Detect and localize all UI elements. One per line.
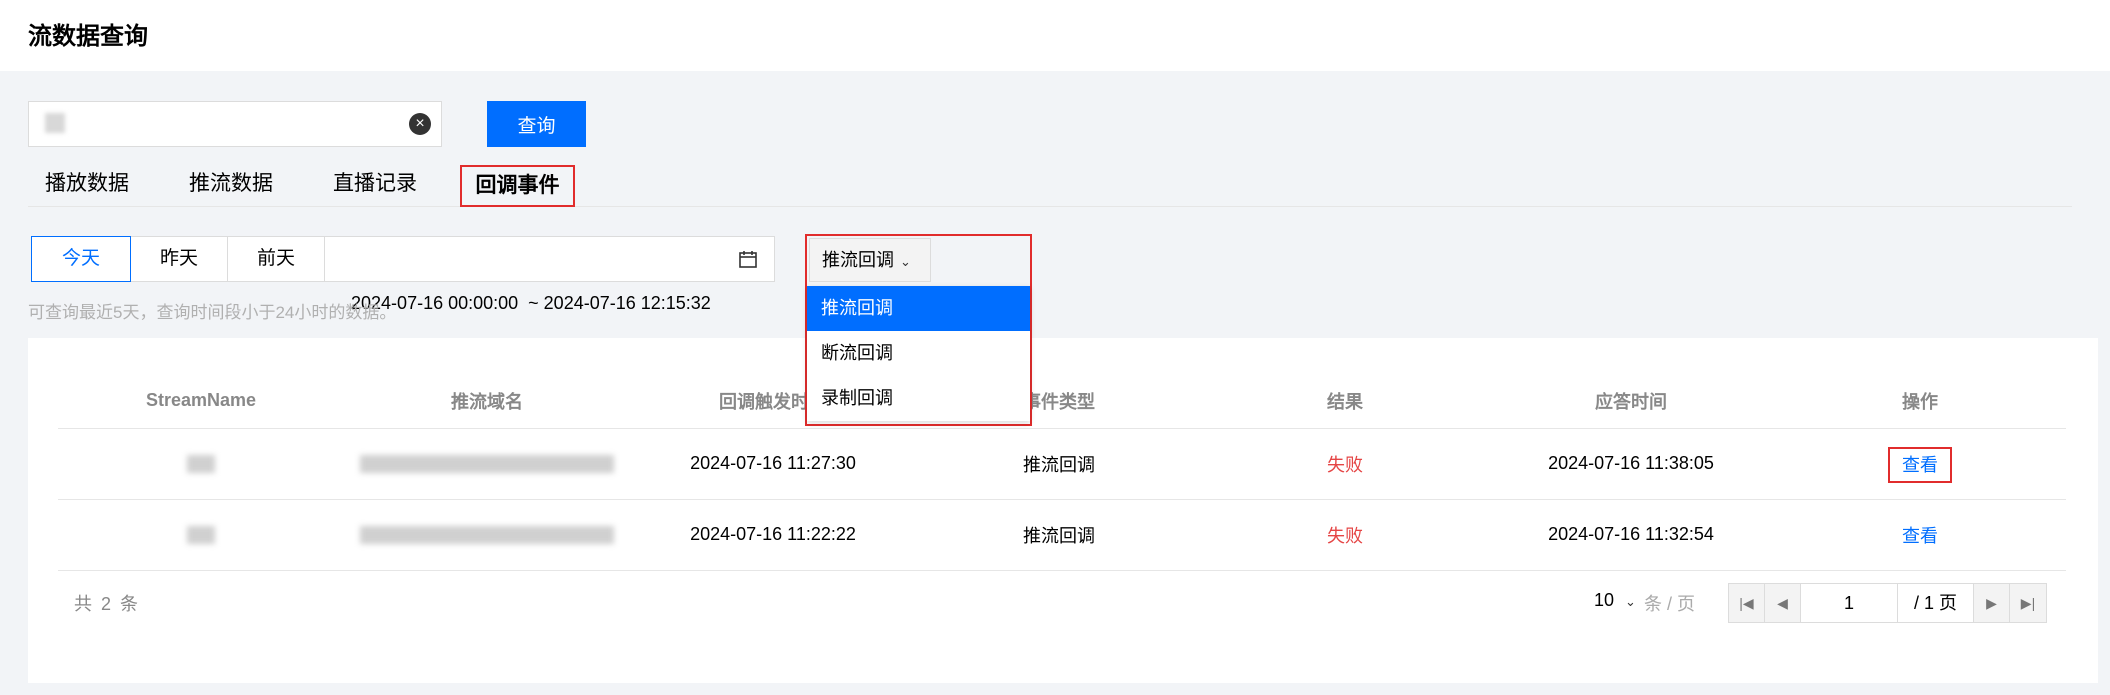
table-row: xx xxxxxxxxxxxxxxxxxxxxxxxxxxxx 2024-07-… [58,499,2066,571]
column-header-response-time: 应答时间 [1488,374,1774,429]
tab-callback-events[interactable]: 回调事件 [460,165,575,207]
event-type-selected: 推流回调 [822,250,894,270]
first-page-icon[interactable]: |◀ [1729,584,1765,622]
tab-live-records[interactable]: 直播记录 [332,165,418,207]
stream-name-cell: xx [58,499,344,571]
date-range-value: 2024-07-16 00:00:00 ~ 2024-07-16 12:15:3… [351,293,711,313]
tab-push-data[interactable]: 推流数据 [188,165,274,207]
event-type-cell: 推流回调 [916,499,1202,571]
option-record-callback[interactable]: 录制回调 [807,376,1030,421]
trigger-time-cell: 2024-07-16 11:27:30 [630,428,916,500]
total-count: 共 2 条 [74,594,139,614]
date-today-button[interactable]: 今天 [31,236,131,282]
table-row: xx xxxxxxxxxxxxxxxxxxxxxxxxxxxx 2024-07-… [58,428,2066,500]
action-cell: 查看 [1774,428,2066,500]
column-header-result: 结果 [1202,374,1488,429]
trigger-time-cell: 2024-07-16 11:22:22 [630,499,916,571]
header: 流数据查询 [0,0,2110,71]
push-domain-cell: xxxxxxxxxxxxxxxxxxxxxxxxxxxx [344,428,630,500]
search-value: i [45,113,65,133]
page-size-value: 10 [1594,590,1615,610]
response-time-cell: 2024-07-16 11:38:05 [1488,428,1774,500]
pagination-controls: |◀ ◀ / 1 页 ▶ ▶| [1728,583,2047,623]
total-pages: / 1 页 [1898,584,1974,622]
option-stop-push-callback[interactable]: 断流回调 [807,331,1030,376]
column-header-push-domain: 推流域名 [344,374,630,429]
view-link[interactable]: 查看 [1888,446,1952,483]
event-type-cell: 推流回调 [916,428,1202,500]
prev-page-icon[interactable]: ◀ [1765,584,1801,622]
chevron-down-icon: ⌄ [1625,594,1636,609]
date-day-before-button[interactable]: 前天 [227,236,325,282]
option-push-callback[interactable]: 推流回调 [807,286,1030,331]
date-hint: 可查询最近5天，查询时间段小于24小时的数据。 [28,303,397,322]
result-cell: 失败 [1202,499,1488,571]
column-header-stream-name: StreamName [58,374,344,429]
response-time-cell: 2024-07-16 11:32:54 [1488,499,1774,571]
column-header-action: 操作 [1774,374,2066,429]
view-link[interactable]: 查看 [1890,520,1950,552]
calendar-icon [739,251,757,268]
push-domain-cell: xxxxxxxxxxxxxxxxxxxxxxxxxxxx [344,499,630,571]
query-button[interactable]: 查询 [487,101,586,147]
events-table: StreamName 推流域名 回调触发时间 事件类型 结果 应答时间 操作 x… [58,374,2066,571]
event-type-dropdown: 推流回调 ⌄ 推流回调 断流回调 录制回调 [805,234,1032,426]
event-type-menu: 推流回调 断流回调 录制回调 [807,286,1030,421]
close-circle-icon[interactable]: × [409,113,431,135]
results-card: StreamName 推流域名 回调触发时间 事件类型 结果 应答时间 操作 x… [28,338,2098,683]
page-number-input[interactable] [1801,584,1898,622]
date-yesterday-button[interactable]: 昨天 [130,236,228,282]
action-cell: 查看 [1774,499,2066,571]
next-page-icon[interactable]: ▶ [1974,584,2010,622]
stream-name-cell: xx [58,428,344,500]
chevron-down-icon: ⌄ [900,254,911,269]
last-page-icon[interactable]: ▶| [2010,584,2046,622]
page-size-select[interactable]: 10 ⌄ [1594,590,1636,611]
tab-play-data[interactable]: 播放数据 [44,165,130,207]
table-header-row: StreamName 推流域名 回调触发时间 事件类型 结果 应答时间 操作 [58,374,2066,429]
page-title: 流数据查询 [28,23,148,50]
search-input[interactable]: i × [28,101,442,147]
event-type-select[interactable]: 推流回调 ⌄ [809,238,931,282]
result-cell: 失败 [1202,428,1488,500]
page-size-suffix: 条 / 页 [1644,594,1696,614]
tab-bar: 播放数据 推流数据 直播记录 回调事件 [28,165,2072,207]
date-range-picker[interactable]: 2024-07-16 00:00:00 ~ 2024-07-16 12:15:3… [324,236,775,313]
